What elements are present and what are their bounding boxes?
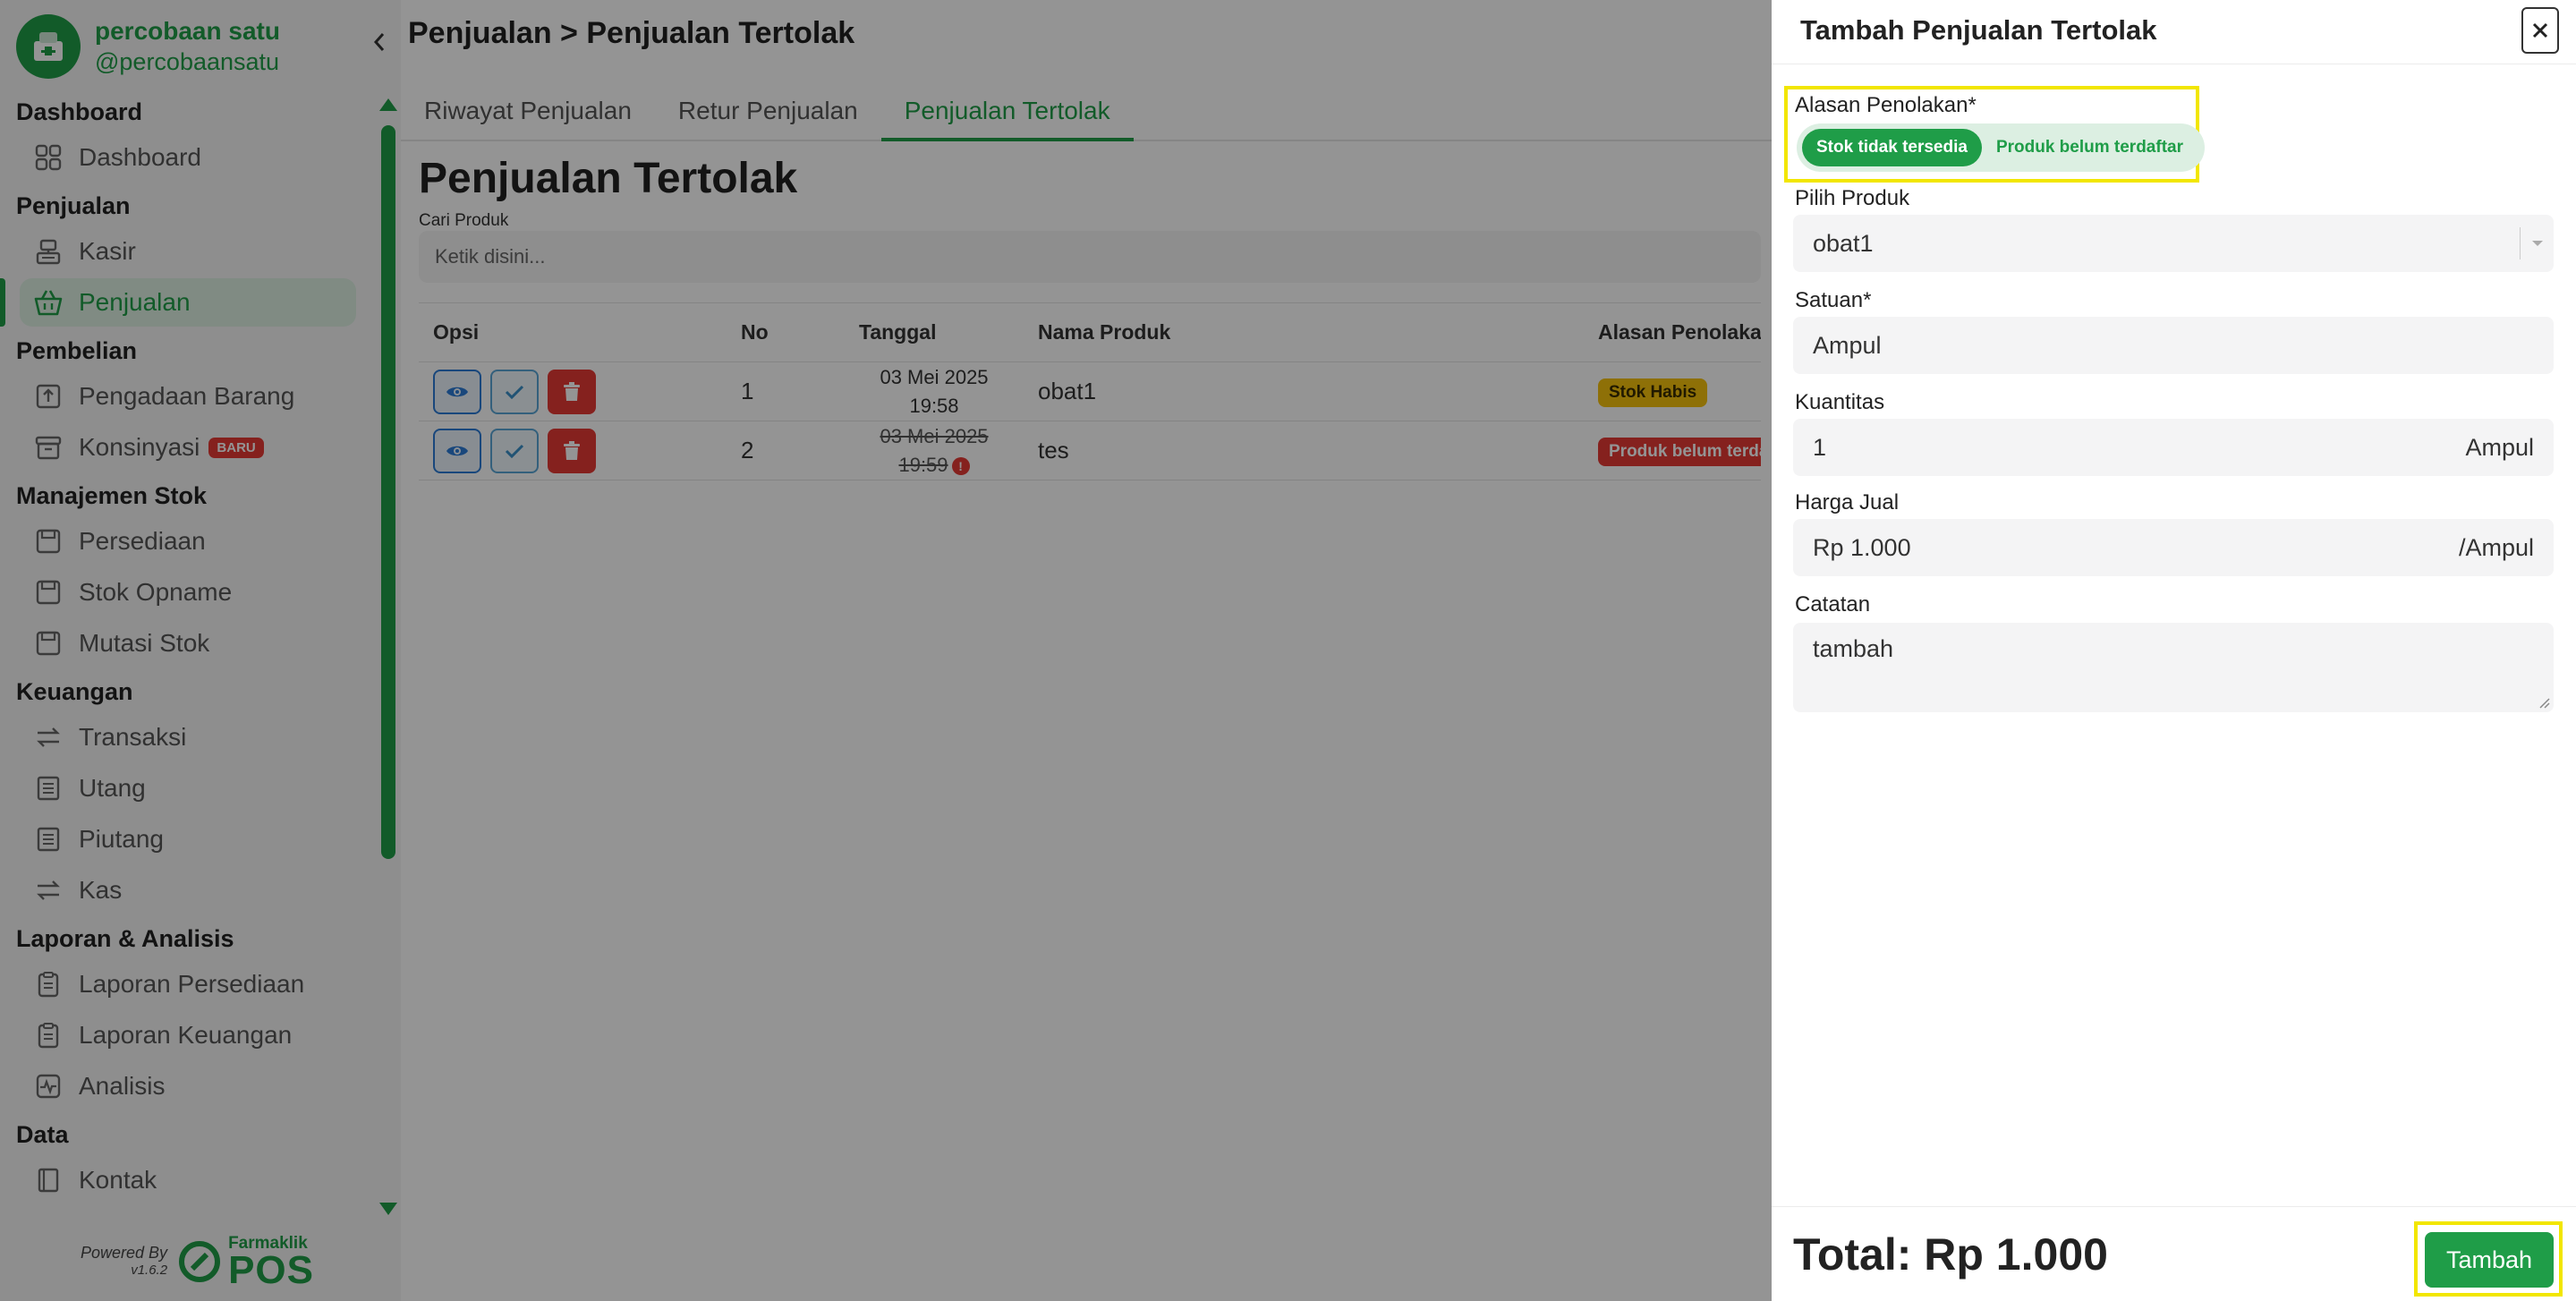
chevron-down-icon[interactable]: [2520, 227, 2554, 259]
total-amount: Total: Rp 1.000: [1793, 1229, 2108, 1280]
price-label: Harga Jual: [1795, 490, 1900, 514]
price-unit-suffix: /Ampul: [2458, 533, 2534, 561]
tambah-button[interactable]: Tambah: [2425, 1232, 2554, 1288]
drawer-footer: Total: Rp 1.000 Tambah: [1772, 1206, 2576, 1301]
resize-handle-icon[interactable]: [2538, 696, 2550, 709]
quantity-unit-suffix: Ampul: [2465, 433, 2534, 461]
notes-label: Catatan: [1795, 592, 1871, 616]
reason-option-produk-belum-terdaftar[interactable]: Produk belum terdaftar: [1982, 129, 2198, 166]
product-select-value: obat1: [1813, 229, 1874, 257]
quantity-label: Kuantitas: [1795, 390, 1885, 414]
product-select[interactable]: obat1: [1793, 215, 2554, 272]
close-icon: [2532, 22, 2548, 38]
add-rejected-sale-drawer: Tambah Penjualan Tertolak Alasan Penolak…: [1772, 0, 2576, 1301]
reason-option-stok-tidak-tersedia[interactable]: Stok tidak tersedia: [1802, 129, 1982, 166]
drawer-header: Tambah Penjualan Tertolak: [1772, 0, 2576, 64]
reason-label: Alasan Penolakan*: [1795, 93, 1977, 117]
unit-label: Satuan*: [1795, 288, 1872, 312]
price-value: Rp 1.000: [1813, 533, 1911, 561]
close-button[interactable]: [2521, 7, 2559, 54]
unit-value: Ampul: [1813, 331, 1882, 359]
product-label: Pilih Produk: [1795, 186, 1910, 210]
reason-segmented-control[interactable]: Stok tidak tersedia Produk belum terdaft…: [1797, 123, 2205, 172]
drawer-title: Tambah Penjualan Tertolak: [1800, 14, 2157, 46]
price-field[interactable]: Rp 1.000 /Ampul: [1793, 519, 2554, 576]
quantity-field[interactable]: 1 Ampul: [1793, 419, 2554, 476]
quantity-value: 1: [1813, 433, 1827, 461]
notes-textarea[interactable]: tambah: [1793, 623, 2554, 712]
modal-backdrop[interactable]: [0, 0, 1772, 1301]
notes-value: tambah: [1813, 635, 1894, 662]
unit-field[interactable]: Ampul: [1793, 317, 2554, 374]
